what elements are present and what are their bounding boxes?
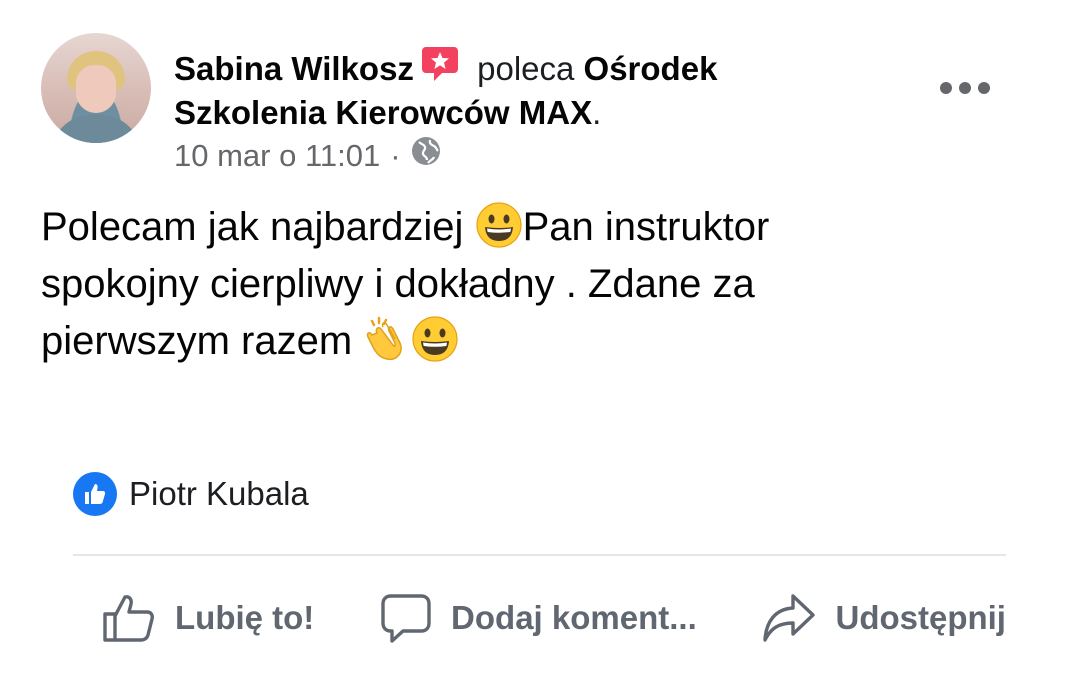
reactions-summary[interactable]: Piotr Kubala [73,472,309,516]
page-name-suffix: . [592,94,602,131]
share-button[interactable]: Udostępnij [761,590,1006,646]
clapping-hands-icon [363,315,411,363]
more-options-button[interactable] [940,76,990,100]
post-timestamp[interactable]: 10 mar o 11:01 [174,136,380,176]
author-name[interactable]: Sabina Wilkosz [174,50,414,87]
comment-button-label: Dodaj koment... [451,599,697,636]
post-actions-bar: Lubię to! Dodaj koment... Udostępnij [73,585,1006,651]
avatar-shoulders [51,115,141,143]
more-dot [940,82,952,94]
post-body: Polecam jak najbardziej Pan instruktor s… [41,199,871,370]
grinning-face-icon [475,201,523,249]
more-dot [978,82,990,94]
post-text-part1: Polecam jak najbardziej [41,205,475,249]
comment-icon [381,594,431,643]
post-meta: 10 mar o 11:01 · [174,136,441,176]
like-button-label: Lubię to! [175,599,315,636]
actions-divider [73,554,1006,556]
recommend-verb: poleca [477,50,575,87]
thumbs-up-icon [103,595,154,642]
globe-icon [411,136,441,176]
like-button[interactable]: Lubię to! [101,590,314,646]
like-icon [73,472,117,516]
share-button-label: Udostępnij [835,599,1006,636]
comment-button[interactable]: Dodaj koment... [379,591,697,645]
meta-separator: · [390,138,401,173]
more-dot [959,82,971,94]
author-avatar[interactable] [41,33,151,143]
avatar-face [76,65,116,113]
grinning-face-icon [411,315,459,363]
recommend-icon [420,44,460,84]
share-icon [763,594,816,642]
post-header: Sabina Wilkosz poleca Ośrodek Szkolenia … [174,44,814,135]
reaction-names[interactable]: Piotr Kubala [129,475,309,513]
